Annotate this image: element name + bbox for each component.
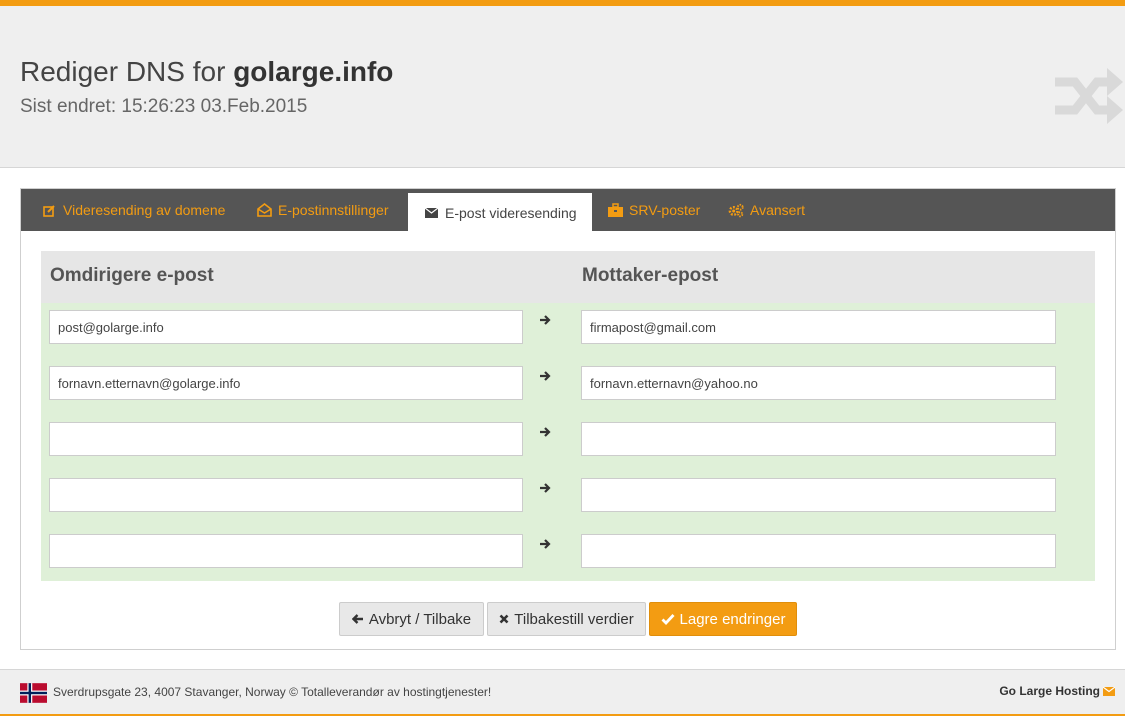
tab-srv-records[interactable]: SRV-poster <box>607 189 700 231</box>
page-header: Rediger DNS for golarge.info Sist endret… <box>0 6 1125 168</box>
target-email-field[interactable] <box>581 478 1056 512</box>
source-email-field[interactable] <box>49 478 523 512</box>
cogs-icon <box>728 202 744 218</box>
source-email-field[interactable] <box>49 310 523 344</box>
arrow-right-icon <box>540 371 551 381</box>
table-header: Omdirigere e-post Mottaker-epost <box>41 251 1095 303</box>
column-header-source: Omdirigere e-post <box>50 265 214 286</box>
arrow-right-icon <box>540 539 551 549</box>
last-changed: Sist endret: 15:26:23 03.Feb.2015 <box>20 96 308 117</box>
envelope-icon <box>1103 686 1115 696</box>
email-forwarding-table: Omdirigere e-post Mottaker-epost <box>41 251 1095 581</box>
source-email-field[interactable] <box>49 366 523 400</box>
check-icon <box>661 613 675 625</box>
footer-brand-link[interactable]: Go Large Hosting <box>999 684 1115 698</box>
source-email-field[interactable] <box>49 534 523 568</box>
close-icon <box>499 614 509 624</box>
target-email-field[interactable] <box>581 422 1056 456</box>
arrow-left-icon <box>351 613 364 625</box>
column-header-target: Mottaker-epost <box>582 265 719 286</box>
tab-advanced[interactable]: Avansert <box>728 189 805 231</box>
source-email-field[interactable] <box>49 422 523 456</box>
arrow-right-icon <box>540 315 551 325</box>
norway-flag-icon <box>20 683 47 703</box>
envelope-icon <box>423 205 439 221</box>
arrow-right-icon <box>540 427 551 437</box>
page-footer: Sverdrupsgate 23, 4007 Stavanger, Norway… <box>0 669 1125 716</box>
edit-icon <box>41 202 57 218</box>
action-buttons: Avbryt / Tilbake Tilbakestill verdier La… <box>21 602 1115 636</box>
shuffle-icon <box>1055 68 1123 124</box>
envelope-open-icon <box>256 202 272 218</box>
arrow-right-icon <box>540 483 551 493</box>
reset-button[interactable]: Tilbakestill verdier <box>487 602 646 636</box>
tab-domain-forwarding[interactable]: Videresending av domene <box>41 189 225 231</box>
dns-panel: Videresending av domene E-postinnstillin… <box>20 188 1116 650</box>
briefcase-icon <box>607 202 623 218</box>
domain-name: golarge.info <box>233 56 394 87</box>
footer-address: Sverdrupsgate 23, 4007 Stavanger, Norway… <box>53 685 492 699</box>
cancel-button[interactable]: Avbryt / Tilbake <box>339 602 484 636</box>
tab-email-forwarding[interactable]: E-post videresending <box>408 193 592 232</box>
tab-email-settings[interactable]: E-postinnstillinger <box>256 189 389 231</box>
page-title: Rediger DNS for golarge.info <box>20 56 394 87</box>
save-button[interactable]: Lagre endringer <box>649 602 797 636</box>
target-email-field[interactable] <box>581 366 1056 400</box>
target-email-field[interactable] <box>581 534 1056 568</box>
target-email-field[interactable] <box>581 310 1056 344</box>
tab-bar: Videresending av domene E-postinnstillin… <box>21 189 1115 232</box>
